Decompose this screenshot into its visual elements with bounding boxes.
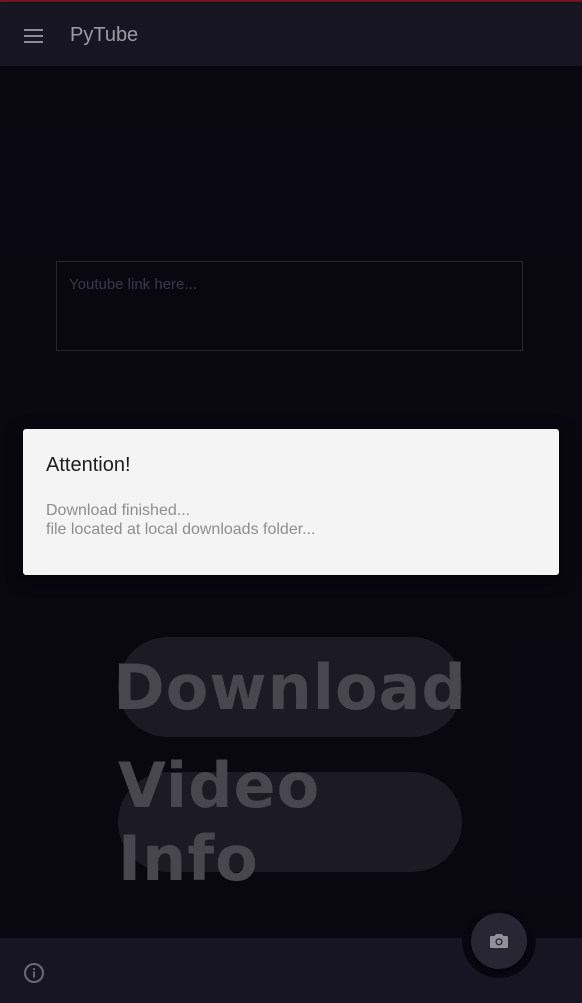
dialog-title: Attention! [46,454,131,476]
dialog-message-line-1: Download finished... [46,502,191,519]
dialog-message-line-2: file located at local downloads folder..… [46,521,316,538]
attention-dialog: Attention! Download finished... file loc… [23,429,559,575]
